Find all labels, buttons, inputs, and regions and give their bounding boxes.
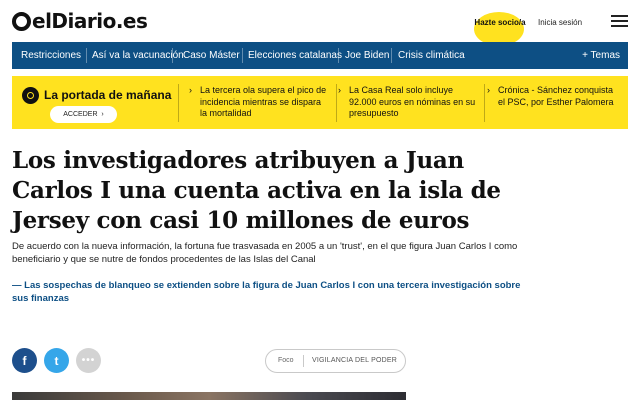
foco-topic: VIGILANCIA DEL PODER	[312, 357, 398, 364]
nav-item-joe-biden[interactable]: Joe Biden	[345, 42, 389, 69]
band-story-text: Crónica - Sánchez conquista el PSC, por …	[498, 85, 614, 107]
logo-text: elDiario.es	[32, 9, 148, 33]
arrow-right-icon: ›	[338, 85, 341, 95]
site-logo[interactable]: elDiario.es	[12, 9, 148, 33]
article-headline: Los investigadores atribuyen a Juan Carl…	[12, 147, 501, 234]
chevron-right-icon: ›	[99, 111, 104, 118]
nav-separator	[338, 48, 339, 63]
related-article-link[interactable]: — Las sospechas de blanqueo se extienden…	[12, 279, 522, 305]
login-link[interactable]: Inicia sesión	[538, 18, 582, 27]
arrow-right-icon: ›	[189, 85, 192, 95]
nav-item-vacunacion[interactable]: Así va la vacunación	[92, 42, 184, 69]
foco-label: Foco	[278, 357, 294, 364]
band-story-1[interactable]: › La tercera ola supera el pico de incid…	[189, 85, 328, 120]
article-photo	[12, 392, 406, 400]
subscribe-button[interactable]: Hazte socio/a	[472, 8, 526, 46]
band-story-text: La tercera ola supera el pico de inciden…	[200, 85, 327, 118]
article-summary: De acuerdo con la nueva información, la …	[12, 241, 518, 265]
facebook-share-button[interactable]: f	[12, 348, 37, 373]
band-divider	[336, 84, 337, 122]
acceder-label: ACCEDER	[63, 111, 98, 118]
logo-circle-icon	[12, 11, 31, 31]
nav-separator	[391, 48, 392, 63]
portada-title: La portada de mañana	[44, 88, 172, 102]
nav-separator	[242, 48, 243, 63]
portada-icon	[22, 87, 39, 104]
twitter-icon: t	[54, 353, 59, 368]
subscribe-label: Hazte socio/a	[474, 18, 526, 27]
site-header: elDiario.es Hazte socio/a Inicia sesión	[0, 0, 640, 46]
portada-band: La portada de mañana ACCEDER › › La terc…	[12, 76, 628, 129]
nav-separator	[86, 48, 87, 63]
topic-nav: Restricciones Así va la vacunación Caso …	[12, 42, 628, 69]
arrow-right-icon: ›	[487, 85, 490, 95]
band-divider	[178, 84, 179, 122]
band-story-3[interactable]: › Crónica - Sánchez conquista el PSC, po…	[487, 85, 622, 108]
foco-tag[interactable]: Foco VIGILANCIA DEL PODER	[265, 349, 406, 373]
nav-more-topics[interactable]: + Temas	[582, 42, 620, 69]
band-divider	[484, 84, 485, 122]
nav-item-caso-master[interactable]: Caso Máster	[183, 42, 240, 69]
twitter-share-button[interactable]: t	[44, 348, 69, 373]
nav-item-crisis-climatica[interactable]: Crisis climática	[398, 42, 465, 69]
band-story-text: La Casa Real solo incluye 92.000 euros e…	[349, 85, 476, 118]
nav-separator	[172, 48, 173, 63]
more-share-button[interactable]: •••	[76, 348, 101, 373]
acceder-button[interactable]: ACCEDER ›	[50, 106, 117, 123]
nav-item-elecciones-catalanas[interactable]: Elecciones catalanas	[248, 42, 342, 69]
hamburger-menu-icon[interactable]	[611, 15, 628, 27]
facebook-icon: f	[22, 353, 27, 368]
band-story-2[interactable]: › La Casa Real solo incluye 92.000 euros…	[338, 85, 477, 120]
foco-divider	[303, 355, 304, 367]
more-icon: •••	[81, 355, 96, 366]
nav-item-restricciones[interactable]: Restricciones	[21, 42, 81, 69]
